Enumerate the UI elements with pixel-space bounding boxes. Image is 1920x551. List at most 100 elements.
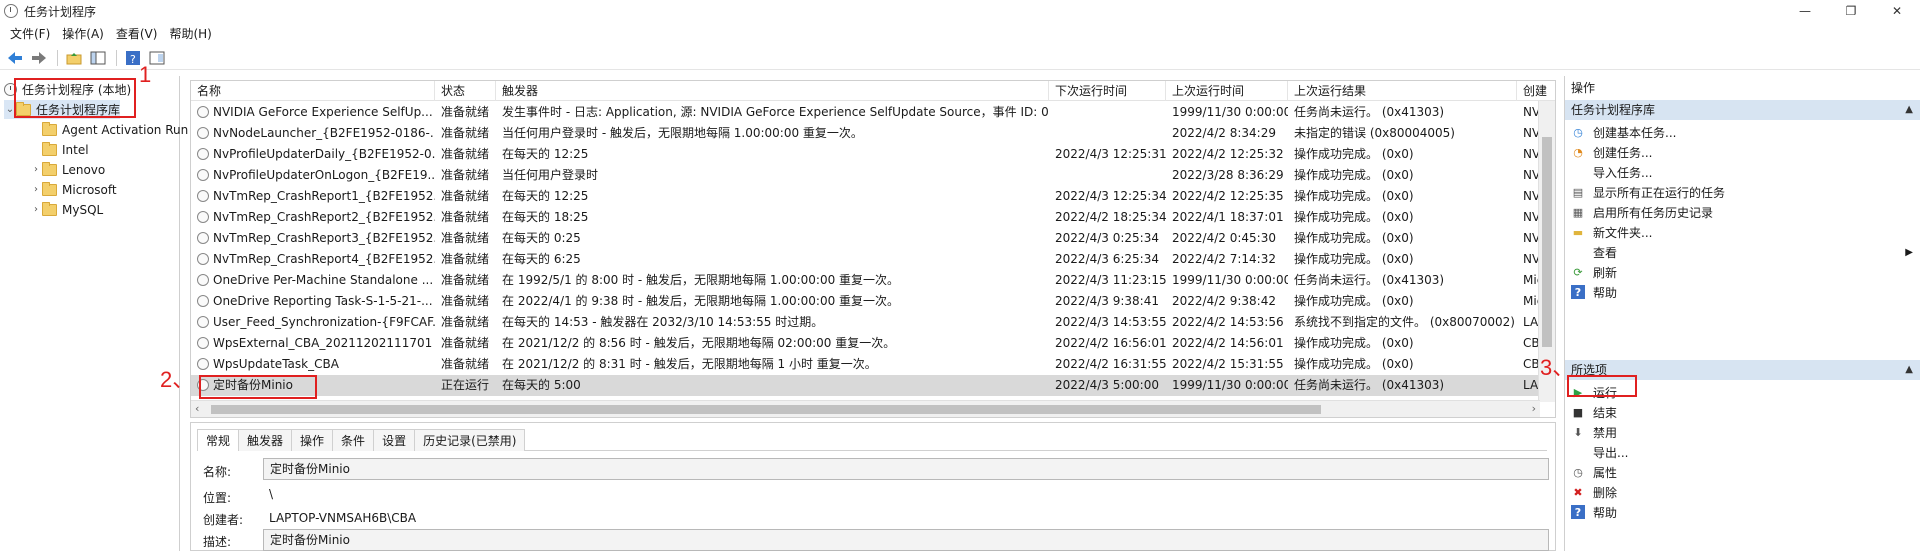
menu-view[interactable]: 查看(V) <box>112 25 166 42</box>
tab-conditions[interactable]: 条件 <box>332 429 375 451</box>
task-clock-icon <box>197 106 209 118</box>
name-field[interactable]: 定时备份Minio <box>263 458 1549 480</box>
table-row[interactable]: OneDrive Per-Machine Standalone ... 准备就绪在… <box>191 270 1555 291</box>
tree-item-intel[interactable]: Intel <box>30 140 89 159</box>
column-name[interactable]: 名称 <box>191 81 435 101</box>
cell-text: WpsUpdateTask_CBA <box>213 357 339 371</box>
cell-status: 准备就绪 <box>435 270 496 291</box>
cell-text: 2022/4/3 12:25:34 <box>1055 189 1166 203</box>
horizontal-scrollbar[interactable]: ‹ › <box>191 400 1540 417</box>
cell-status: 准备就绪 <box>435 186 496 207</box>
table-row[interactable]: NvProfileUpdaterOnLogon_{B2FE19... 准备就绪 当任… <box>191 165 1555 186</box>
show-hide-tree-icon[interactable] <box>87 48 109 68</box>
column-next-run[interactable]: 下次运行时间 <box>1049 81 1166 101</box>
action-item[interactable]: 导入任务... <box>1565 162 1920 182</box>
action-label: 禁用 <box>1593 425 1618 440</box>
section-task-library[interactable]: 任务计划程序库 ▲ <box>1565 100 1920 120</box>
cell-trigger: 在每天的 6:25 <box>496 249 1049 270</box>
description-field[interactable]: 定时备份Minio <box>263 529 1549 551</box>
tab-history[interactable]: 历史记录(已禁用) <box>414 429 526 451</box>
column-status[interactable]: 状态 <box>435 81 496 101</box>
action-item[interactable]: ◷ 创建基本任务... <box>1565 122 1920 142</box>
cell-text: 准备就绪 <box>441 189 490 203</box>
maximize-button[interactable]: ❐ <box>1828 0 1874 22</box>
action-item[interactable]: ◷ 属性 <box>1565 462 1920 482</box>
cell-trigger: 当任何用户登录时 <box>496 165 1049 186</box>
action-label: 结束 <box>1593 405 1618 420</box>
table-row[interactable]: User_Feed_Synchronization-{F9FCAF... 准备就绪… <box>191 312 1555 333</box>
chevron-right-icon[interactable]: › <box>30 204 42 215</box>
collapse-icon[interactable]: ▲ <box>1905 360 1913 380</box>
table-row[interactable]: 定时备份Minio 正在运行 在每天的 5:00 2022/4/3 5:00:00 19… <box>191 375 1555 396</box>
cell-text: 2022/4/2 7:14:32 <box>1172 252 1276 266</box>
action-item[interactable]: ▬ 新文件夹... <box>1565 222 1920 242</box>
cell-last-result: 任务尚未运行。 (0x41303) <box>1288 270 1517 291</box>
scroll-thumb[interactable] <box>1542 137 1552 347</box>
tab-triggers[interactable]: 触发器 <box>238 429 293 451</box>
scroll-right-icon[interactable]: › <box>1532 402 1536 415</box>
cell-name: NVIDIA GeForce Experience SelfUp... <box>191 102 435 123</box>
table-row[interactable]: NVIDIA GeForce Experience SelfUp... 准备就绪发… <box>191 102 1555 123</box>
table-row[interactable]: OneDrive Reporting Task-S-1-5-21-... 准备就绪… <box>191 291 1555 312</box>
minimize-button[interactable]: — <box>1782 0 1828 22</box>
cell-next-run: 2022/4/3 14:53:55 <box>1049 312 1166 333</box>
tab-general[interactable]: 常规 <box>197 429 240 451</box>
action-item[interactable]: 查看 ▶ <box>1565 242 1920 262</box>
table-row[interactable]: NvNodeLauncher_{B2FE1952-0186-... 准备就绪 当任何… <box>191 123 1555 144</box>
table-row[interactable]: WpsUpdateTask_CBA 准备就绪在 2021/12/2 的 8:31 … <box>191 354 1555 375</box>
annotation-number-1: 1 <box>139 62 152 87</box>
column-author[interactable]: 创建 <box>1517 81 1555 101</box>
table-row[interactable]: NvTmRep_CrashReport4_{B2FE1952... 准备就绪 在每天… <box>191 249 1555 270</box>
cell-last-run: 1999/11/30 0:00:00 <box>1166 270 1288 291</box>
tree-item-mysql[interactable]: › MySQL <box>30 200 103 219</box>
tree-item-agent-activation[interactable]: Agent Activation Run <box>30 120 188 139</box>
back-arrow-icon[interactable] <box>4 48 26 68</box>
table-row[interactable]: NvTmRep_CrashReport2_{B2FE1952... 准备就绪 在每天… <box>191 207 1555 228</box>
cell-text: NvTmRep_CrashReport4_{B2FE1952... <box>213 252 435 266</box>
tree-item-microsoft[interactable]: › Microsoft <box>30 180 117 199</box>
cell-text: 准备就绪 <box>441 126 490 140</box>
action-item[interactable]: 导出... <box>1565 442 1920 462</box>
folder-up-icon[interactable] <box>63 48 85 68</box>
menu-action[interactable]: 操作(A) <box>58 25 112 42</box>
cell-trigger: 在每天的 14:53 - 触发器在 2032/3/10 14:53:55 时过期… <box>496 312 1049 333</box>
cell-name: WpsExternal_CBA_20211202111701 <box>191 333 435 354</box>
action-item[interactable]: ⟳ 刷新 <box>1565 262 1920 282</box>
table-row[interactable]: WpsExternal_CBA_20211202111701 准备就绪在 2021… <box>191 333 1555 354</box>
action-item[interactable]: ? 帮助 <box>1565 282 1920 302</box>
table-row[interactable]: NvTmRep_CrashReport3_{B2FE1952... 准备就绪 在每天… <box>191 228 1555 249</box>
location-label: 位置: <box>203 491 232 505</box>
task-clock-icon <box>197 337 209 349</box>
action-item[interactable]: ◔ 创建任务... <box>1565 142 1920 162</box>
chevron-right-icon[interactable]: › <box>30 164 42 175</box>
action-item[interactable]: ■ 结束 <box>1565 402 1920 422</box>
action-item[interactable]: ▦ 启用所有任务历史记录 <box>1565 202 1920 222</box>
action-item[interactable]: ? 帮助 <box>1565 502 1920 522</box>
menu-help[interactable]: 帮助(H) <box>165 25 219 42</box>
tab-actions[interactable]: 操作 <box>291 429 334 451</box>
cell-text: NvTmRep_CrashReport1_{B2FE1952... <box>213 189 435 203</box>
collapse-icon[interactable]: ▲ <box>1905 100 1913 120</box>
action-item[interactable]: ⬇ 禁用 <box>1565 422 1920 442</box>
cell-status: 准备就绪 <box>435 165 496 186</box>
column-last-run[interactable]: 上次运行时间 <box>1166 81 1288 101</box>
close-button[interactable]: ✕ <box>1874 0 1920 22</box>
tree-item-lenovo[interactable]: › Lenovo <box>30 160 105 179</box>
cell-status: 准备就绪 <box>435 123 496 144</box>
menu-file[interactable]: 文件(F) <box>6 25 58 42</box>
forward-arrow-icon[interactable] <box>28 48 50 68</box>
scroll-thumb[interactable] <box>211 405 1321 414</box>
action-item[interactable]: ▤ 显示所有正在运行的任务 <box>1565 182 1920 202</box>
table-row[interactable]: NvTmRep_CrashReport1_{B2FE1952... 准备就绪 在每天… <box>191 186 1555 207</box>
cell-text: NVIDIA GeForce Experience SelfUp... <box>213 105 433 119</box>
cell-status: 正在运行 <box>435 375 496 396</box>
column-last-result[interactable]: 上次运行结果 <box>1288 81 1517 101</box>
column-trigger[interactable]: 触发器 <box>496 81 1049 101</box>
action-item[interactable]: ✖ 删除 <box>1565 482 1920 502</box>
chevron-right-icon[interactable]: › <box>30 184 42 195</box>
table-row[interactable]: NvProfileUpdaterDaily_{B2FE1952-0... 准备就绪… <box>191 144 1555 165</box>
folder-icon <box>42 161 57 176</box>
scroll-left-icon[interactable]: ‹ <box>195 402 199 415</box>
tab-settings[interactable]: 设置 <box>373 429 416 451</box>
task-clock-icon <box>197 295 209 307</box>
